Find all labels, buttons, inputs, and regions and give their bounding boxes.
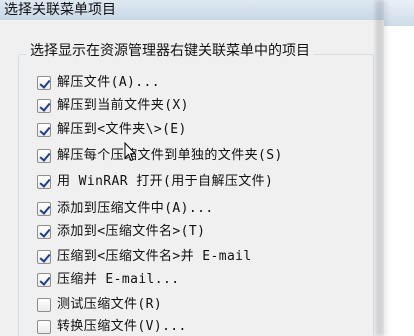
option-compress-and-email[interactable]: 压缩并 E-mail... (37, 270, 179, 290)
checkbox[interactable] (37, 273, 51, 287)
option-label: 用 WinRAR 打开(用于自解压文件) (57, 174, 274, 189)
option-label: 解压每个压缩文件到单独的文件夹(S) (57, 148, 283, 163)
checkbox[interactable] (37, 149, 51, 163)
option-extract-files[interactable]: 解压文件(A)... (37, 73, 160, 93)
groupbox-title: 选择显示在资源管理器右键关联菜单中的项目 (26, 41, 314, 61)
checkbox[interactable] (37, 202, 51, 216)
dialog-title: 选择关联菜单项目 (4, 2, 116, 18)
option-label: 解压到<文件夹\>(E) (57, 122, 187, 137)
option-label: 测试压缩文件(R) (57, 297, 163, 312)
checkbox[interactable] (37, 76, 51, 90)
option-open-with-winrar[interactable]: 用 WinRAR 打开(用于自解压文件) (37, 172, 273, 192)
option-label: 解压到当前文件夹(X) (57, 98, 189, 113)
checkbox[interactable] (37, 250, 51, 264)
option-compress-to-named-and-email[interactable]: 压缩到<压缩文件名>并 E-mail (37, 247, 252, 267)
option-label: 解压文件(A)... (57, 75, 160, 90)
checkbox[interactable] (37, 99, 51, 113)
option-convert-archive[interactable]: 转换压缩文件(V)... (37, 317, 187, 336)
option-add-to-archive[interactable]: 添加到压缩文件中(A)... (37, 199, 214, 219)
screenshot: 选择关联菜单项目 选择显示在资源管理器右键关联菜单中的项目 解压文件(A)...… (0, 0, 414, 336)
dialog-shadow (376, 0, 390, 336)
context-menu-items-dialog: 选择关联菜单项目 选择显示在资源管理器右键关联菜单中的项目 解压文件(A)...… (0, 0, 384, 336)
option-add-to-named-archive[interactable]: 添加到<压缩文件名>(T) (37, 222, 205, 242)
checkbox[interactable] (37, 320, 51, 334)
mouse-cursor-icon (124, 142, 136, 162)
option-label: 转换压缩文件(V)... (57, 319, 187, 334)
checkbox[interactable] (37, 123, 51, 137)
option-extract-to-folder[interactable]: 解压到<文件夹\>(E) (37, 120, 187, 140)
option-extract-each-to-separate-folder[interactable]: 解压每个压缩文件到单独的文件夹(S) (37, 146, 283, 166)
option-label: 添加到压缩文件中(A)... (57, 201, 214, 216)
option-label: 添加到<压缩文件名>(T) (57, 224, 206, 239)
checkbox[interactable] (37, 175, 51, 189)
checkbox[interactable] (37, 298, 51, 312)
option-label: 压缩并 E-mail... (57, 272, 180, 287)
option-test-archive[interactable]: 测试压缩文件(R) (37, 295, 162, 315)
option-extract-here[interactable]: 解压到当前文件夹(X) (37, 96, 189, 116)
checkbox[interactable] (37, 225, 51, 239)
option-label: 压缩到<压缩文件名>并 E-mail (57, 249, 252, 264)
